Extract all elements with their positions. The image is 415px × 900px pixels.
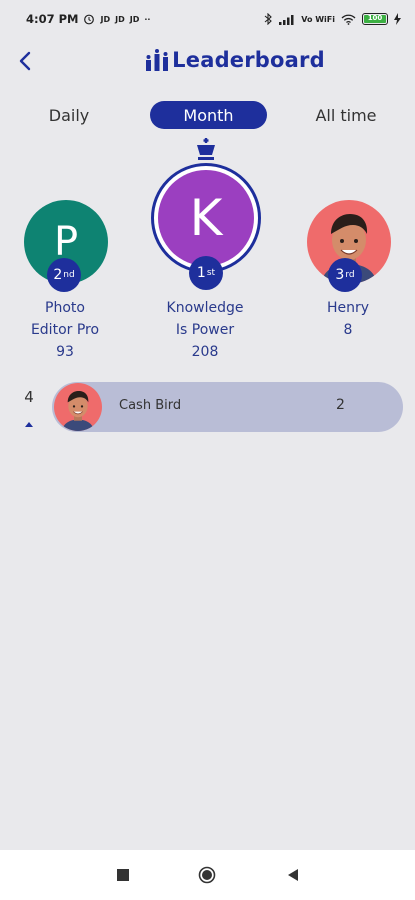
player-name-line: Editor Pro <box>30 322 100 338</box>
status-more: ·· <box>144 14 151 24</box>
player-name-line: 8 <box>343 322 353 338</box>
alarm-icon <box>84 14 95 25</box>
rank-suffix: rd <box>345 270 355 280</box>
list-position: 4 <box>24 388 34 406</box>
player-name-line: Photo <box>45 300 85 316</box>
tab-all-time[interactable]: All time <box>306 101 386 129</box>
rank-badge-third: 3rd <box>328 258 362 292</box>
status-indicator: JD <box>115 14 125 24</box>
player-name-line: Knowledge <box>166 300 244 316</box>
player-score: 208 <box>191 344 219 360</box>
avatar-initial: K <box>189 189 223 247</box>
page-title: Leaderboard <box>172 48 325 72</box>
home-icon[interactable] <box>198 866 216 884</box>
list-item-score: 2 <box>336 397 345 413</box>
rank-number: 1 <box>196 265 206 281</box>
player-info-third: Henry 8 <box>293 297 403 341</box>
list-item-avatar <box>54 383 102 431</box>
status-bar: 4:07 PM JD JD JD ·· Vo WiFi 100 <box>0 0 415 38</box>
status-time: 4:07 PM <box>26 12 79 26</box>
signal-icon <box>279 14 294 25</box>
player-score: 93 <box>56 344 74 360</box>
bluetooth-icon <box>264 13 273 25</box>
battery-level: 100 <box>364 15 386 23</box>
rank-up-arrow-icon <box>25 422 33 427</box>
charging-icon <box>394 13 401 25</box>
crown-icon <box>197 138 215 160</box>
status-indicator: JD <box>129 14 140 24</box>
avatar-first-place[interactable]: K <box>158 170 254 266</box>
list-item-name: Cash Bird <box>119 398 182 413</box>
leaderboard-icon <box>146 49 169 71</box>
tab-daily[interactable]: Daily <box>40 101 98 129</box>
rank-badge-second: 2nd <box>47 258 81 292</box>
wifi-icon <box>341 14 356 25</box>
list-item[interactable] <box>52 382 403 432</box>
recent-apps-icon[interactable] <box>114 866 132 884</box>
tab-month[interactable]: Month <box>150 101 267 129</box>
rank-number: 2 <box>53 267 63 283</box>
status-indicator: JD <box>100 14 111 24</box>
network-label: Vo WiFi <box>301 14 335 24</box>
player-name-line: Henry <box>326 300 370 316</box>
rank-suffix: st <box>206 268 216 278</box>
rank-number: 3 <box>335 267 345 283</box>
rank-badge-first: 1st <box>189 256 223 290</box>
battery-icon: 100 <box>362 13 388 25</box>
player-info-second: Photo Editor Pro 93 <box>10 297 120 363</box>
page-header: Leaderboard <box>28 48 415 72</box>
player-info-first: Knowledge Is Power 208 <box>150 297 260 363</box>
rank-suffix: nd <box>63 270 75 280</box>
player-name-line: Is Power <box>175 322 235 338</box>
cartoon-avatar-icon <box>62 391 94 431</box>
back-nav-icon[interactable] <box>284 866 302 884</box>
